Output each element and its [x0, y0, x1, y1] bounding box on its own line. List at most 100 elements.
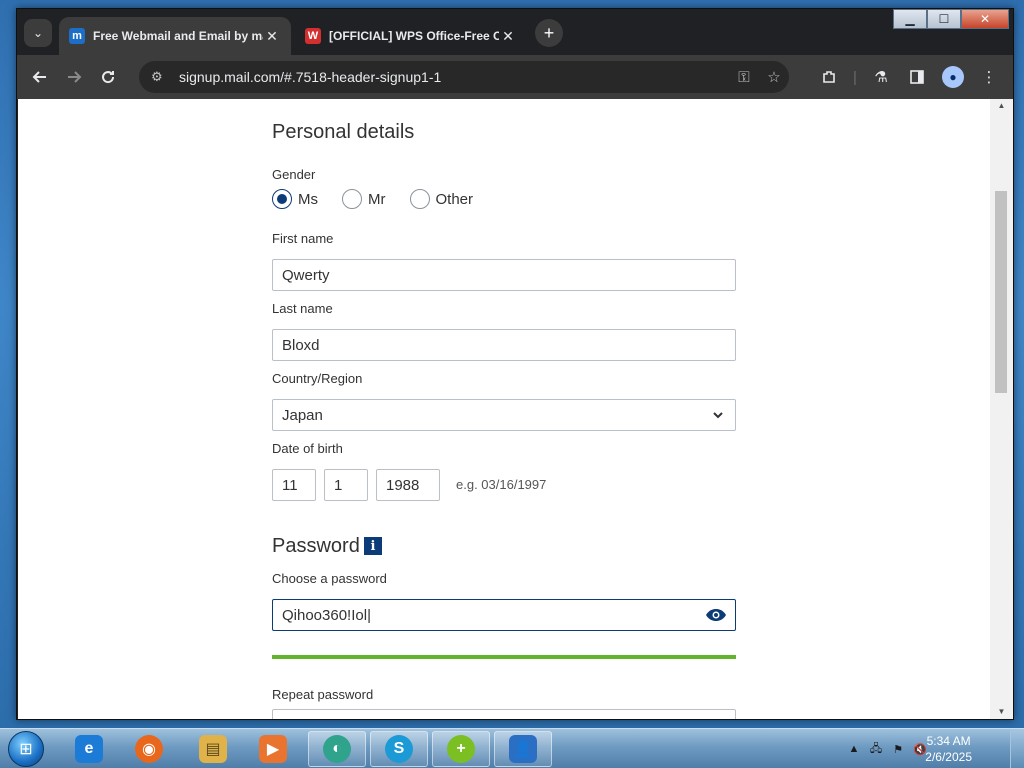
first-name-label: First name [272, 231, 334, 246]
close-window-button[interactable]: ✕ [961, 9, 1009, 29]
minimize-icon: ▁ [905, 12, 915, 26]
system-tray: ▲ 🖧 ⚑ 🔇 [846, 729, 928, 768]
first-name-field[interactable]: Qwerty [272, 259, 736, 291]
green-plus-icon: + [447, 735, 475, 763]
gender-radio-group: Ms Mr Other [272, 189, 497, 209]
gender-label: Gender [272, 167, 316, 182]
browser-toolbar: ⚙ signup.mail.com/#.7518-header-signup1-… [17, 55, 1013, 99]
profile-button[interactable]: ● [937, 61, 969, 93]
radio-icon [342, 189, 362, 209]
plus-icon: + [543, 22, 555, 43]
dob-year-field[interactable]: 1988 [376, 469, 440, 501]
chevron-down-icon [713, 412, 723, 419]
scroll-down-icon[interactable]: ▼ [990, 705, 1013, 719]
password-strength-bar [272, 655, 736, 659]
tab-title: [OFFICIAL] WPS Office-Free Office [329, 29, 499, 43]
wps-favicon-icon: W [305, 28, 321, 44]
password-field[interactable]: Qihoo360!Iol| [272, 599, 736, 631]
country-label: Country/Region [272, 371, 363, 386]
password-value: Qihoo360!Iol| [282, 606, 371, 624]
eye-icon[interactable] [705, 608, 727, 622]
user-accounts-icon: 👤 [509, 735, 537, 763]
taskbar-explorer[interactable]: ▤ [184, 731, 242, 767]
reload-button[interactable] [91, 60, 125, 94]
folder-icon: ▤ [199, 735, 227, 763]
radio-icon [272, 189, 292, 209]
taskbar-skype[interactable]: S [370, 731, 428, 767]
password-heading: Password [272, 535, 360, 557]
network-icon[interactable]: 🖧 [868, 741, 884, 757]
maximize-button[interactable]: ☐ [927, 9, 961, 29]
taskbar-ie[interactable]: e [60, 731, 118, 767]
info-icon[interactable]: i [364, 537, 382, 555]
tab-mail[interactable]: m Free Webmail and Email by mail.com ✕ [59, 17, 291, 55]
gender-option-other[interactable]: Other [409, 189, 474, 209]
labs-flask-icon[interactable]: ⚗ [865, 61, 897, 93]
menu-kebab-icon[interactable]: ⋮ [973, 61, 1005, 93]
scroll-up-icon[interactable]: ▲ [990, 99, 1013, 113]
taskbar-firefox[interactable]: ◉ [120, 731, 178, 767]
close-tab-icon[interactable]: ✕ [499, 28, 517, 45]
minimize-button[interactable]: ▁ [893, 9, 927, 29]
dob-month-field[interactable]: 11 [272, 469, 316, 501]
tab-strip: ⌄ m Free Webmail and Email by mail.com ✕… [17, 9, 1013, 55]
gender-option-ms[interactable]: Ms [272, 189, 318, 209]
radio-label: Other [435, 190, 474, 208]
skype-icon: S [385, 735, 413, 763]
flag-icon[interactable]: ⚑ [890, 741, 906, 757]
forward-arrow-icon [68, 71, 82, 83]
tab-search-button[interactable]: ⌄ [24, 19, 52, 47]
toolbar-actions: | ⚗ ● ⋮ [813, 61, 1005, 93]
scroll-thumb[interactable] [995, 191, 1007, 393]
last-name-field[interactable]: Bloxd [272, 329, 736, 361]
tab-wps[interactable]: W [OFFICIAL] WPS Office-Free Office ✕ [295, 17, 527, 55]
back-arrow-icon [32, 71, 46, 83]
first-name-value: Qwerty [282, 266, 330, 284]
taskbar: ⊞ e ◉ ▤ ▶ ◐ S + 👤 ▲ 🖧 ⚑ 🔇 5:34 AM 2/6/20… [0, 728, 1024, 768]
taskbar-browser[interactable]: ◐ [308, 731, 366, 767]
mail-favicon-icon: m [69, 28, 85, 44]
side-panel-icon[interactable] [901, 61, 933, 93]
internet-explorer-icon: e [75, 735, 103, 763]
address-bar[interactable]: ⚙ signup.mail.com/#.7518-header-signup1-… [139, 61, 789, 93]
dob-month-value: 11 [282, 476, 298, 494]
window-controls: ▁ ☐ ✕ [893, 9, 1009, 29]
reload-icon [102, 71, 115, 84]
radio-label: Mr [368, 190, 386, 208]
gender-option-mr[interactable]: Mr [342, 189, 386, 209]
firefox-icon: ◉ [135, 735, 163, 763]
last-name-label: Last name [272, 301, 333, 316]
page-scrollbar[interactable]: ▲ ▼ [990, 99, 1013, 719]
site-info-icon[interactable]: ⚙ [151, 69, 171, 85]
show-desktop-button[interactable] [1010, 729, 1024, 768]
last-name-value: Bloxd [282, 336, 320, 354]
browser-app-icon: ◐ [323, 735, 351, 763]
avatar-icon: ● [942, 66, 964, 88]
key-icon[interactable]: ⚿ [729, 69, 759, 86]
taskbar-media-player[interactable]: ▶ [244, 731, 302, 767]
clock-time: 5:34 AM [926, 734, 971, 748]
page-content: Personal details Gender Ms Mr Other Firs… [18, 99, 990, 719]
country-select[interactable]: Japan [272, 399, 736, 431]
close-tab-icon[interactable]: ✕ [263, 28, 281, 45]
extensions-icon[interactable] [813, 61, 845, 93]
back-button[interactable] [23, 60, 57, 94]
taskbar-green-plus[interactable]: + [432, 731, 490, 767]
star-icon[interactable]: ☆ [759, 68, 789, 86]
dob-label: Date of birth [272, 441, 343, 456]
url-text: signup.mail.com/#.7518-header-signup1-1 [179, 69, 442, 85]
toolbar-divider: | [853, 68, 857, 86]
clock[interactable]: 5:34 AM 2/6/2025 [925, 733, 972, 765]
maximize-icon: ☐ [938, 12, 950, 26]
forward-button[interactable] [57, 60, 91, 94]
personal-details-heading: Personal details [272, 121, 415, 143]
start-button[interactable]: ⊞ [4, 729, 48, 768]
repeat-password-field[interactable] [272, 709, 736, 719]
chevron-down-icon: ⌄ [32, 26, 44, 40]
tray-expand-icon[interactable]: ▲ [846, 741, 862, 757]
dob-day-field[interactable]: 1 [324, 469, 368, 501]
media-player-icon: ▶ [259, 735, 287, 763]
radio-label: Ms [298, 190, 318, 208]
taskbar-user-accounts[interactable]: 👤 [494, 731, 552, 767]
new-tab-button[interactable]: + [535, 19, 563, 47]
